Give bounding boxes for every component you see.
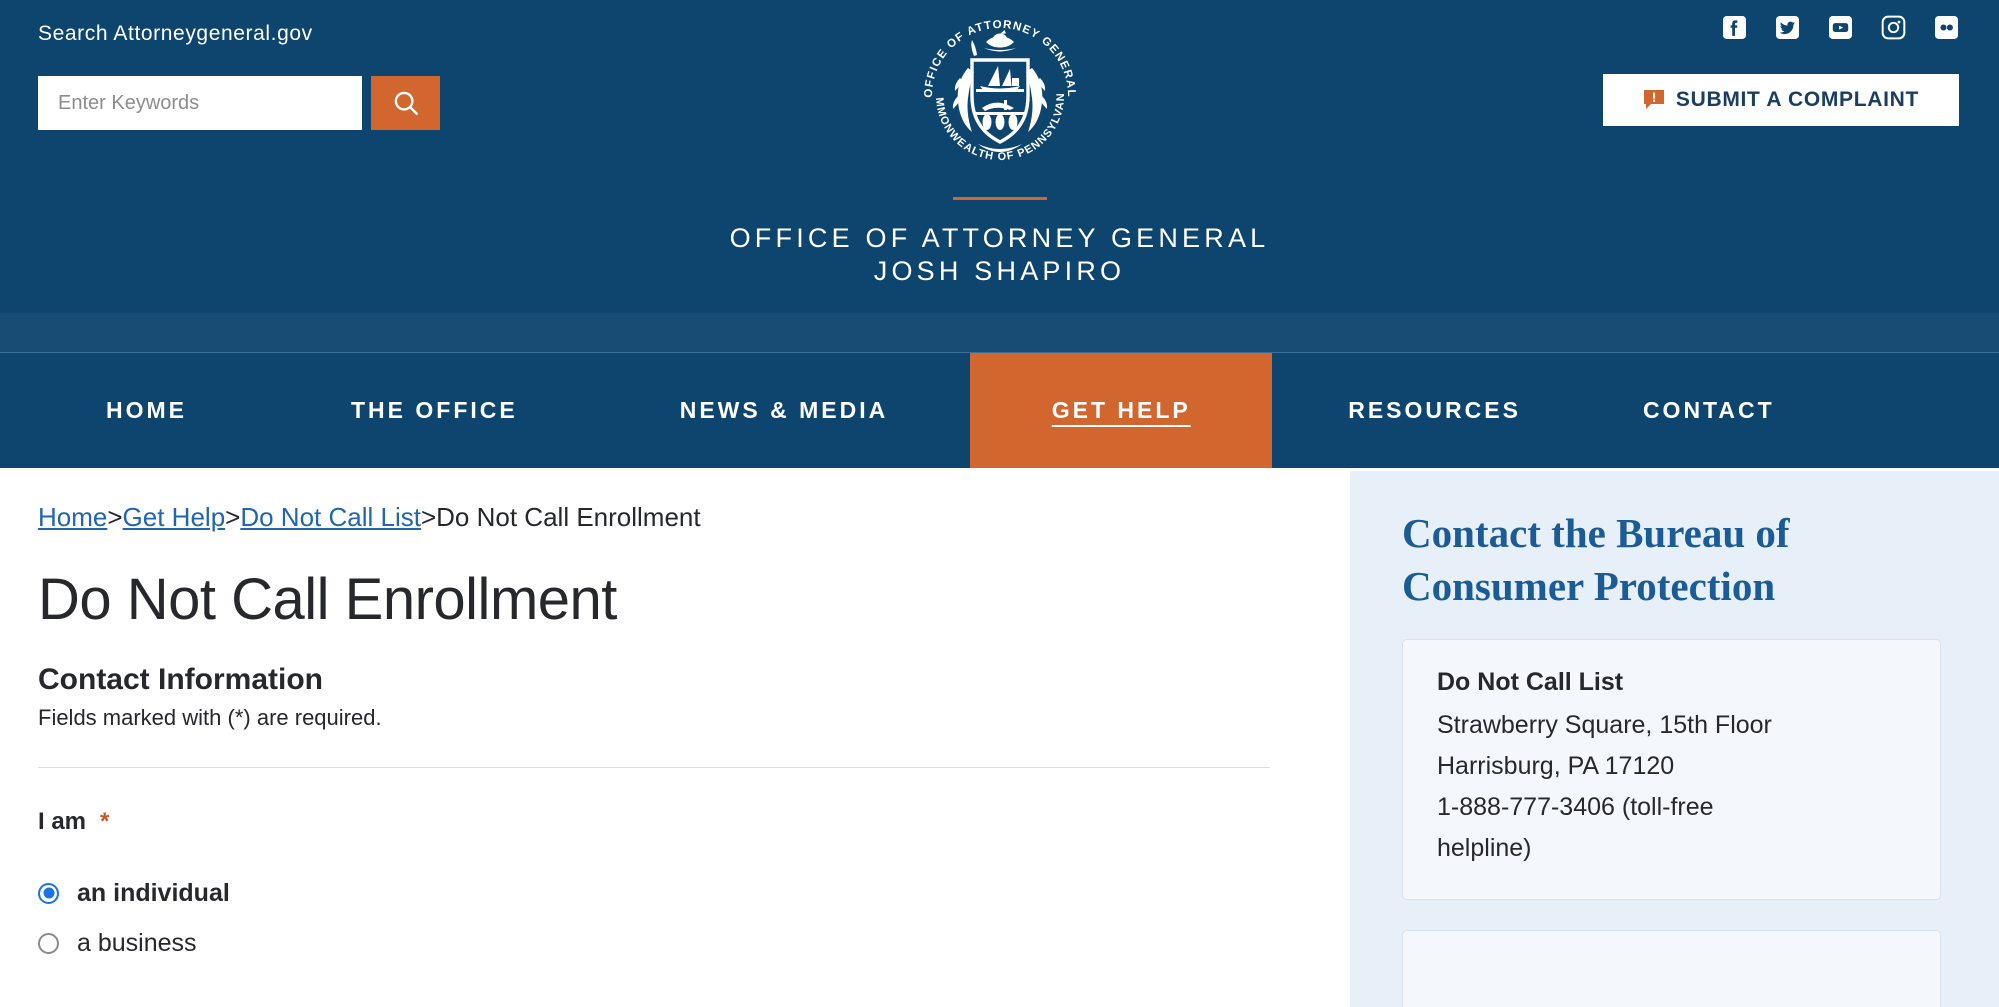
breadcrumb-separator: > xyxy=(107,502,123,532)
search-button[interactable] xyxy=(371,76,440,130)
i-am-field-label: I am * xyxy=(38,808,1310,836)
radio-label-a-business: a business xyxy=(77,928,197,957)
breadcrumb-item-get-help[interactable]: Get Help xyxy=(123,502,226,532)
nav-item-news-media[interactable]: NEWS & MEDIA xyxy=(634,353,935,468)
alert-speech-bubble-icon xyxy=(1643,89,1665,111)
sidebar: Contact the Bureau of Consumer Protectio… xyxy=(1350,471,1999,1007)
nav-item-the-office-label: THE OFFICE xyxy=(351,397,518,423)
radio-button-an-individual[interactable] xyxy=(38,882,59,904)
section-divider xyxy=(38,767,1270,768)
flickr-icon[interactable] xyxy=(1933,14,1959,40)
secondary-info-card xyxy=(1402,930,1941,1007)
contact-card-address-line-2: Harrisburg, PA 17120 xyxy=(1437,752,1675,780)
radio-option-a-business[interactable]: a business xyxy=(38,918,1310,968)
breadcrumb-item-home[interactable]: Home xyxy=(38,502,107,532)
nav-item-home-label: HOME xyxy=(106,397,187,423)
nav-item-get-help-label: GET HELP xyxy=(1051,397,1191,423)
instagram-icon[interactable] xyxy=(1880,14,1906,40)
breadcrumb: Home>Get Help>Do Not Call List>Do Not Ca… xyxy=(38,501,1310,533)
nav-item-get-help[interactable]: GET HELP xyxy=(970,353,1273,468)
org-title-line-1: OFFICE OF ATTORNEY GENERAL xyxy=(729,223,1270,253)
submit-complaint-button[interactable]: SUBMIT A COMPLAINT xyxy=(1603,74,1959,126)
search-label: Search Attorneygeneral.gov xyxy=(38,22,313,45)
breadcrumb-separator: > xyxy=(420,502,437,532)
organization-title: OFFICE OF ATTORNEY GENERAL JOSH SHAPIRO xyxy=(400,222,1600,288)
nav-item-news-media-label: NEWS & MEDIA xyxy=(679,397,889,423)
section-title: Contact Information xyxy=(38,663,323,696)
contact-card-phone-line-1: 1-888-777-3406 (toll-free xyxy=(1437,793,1714,821)
org-title-line-2: JOSH SHAPIRO xyxy=(873,256,1126,286)
youtube-icon[interactable] xyxy=(1827,14,1853,40)
i-am-label-text: I am xyxy=(38,808,87,835)
main-content: Home>Get Help>Do Not Call List>Do Not Ca… xyxy=(0,471,1350,1007)
facebook-icon[interactable] xyxy=(1721,14,1747,40)
site-header: Search Attorneygeneral.gov OFFICE OF ATT… xyxy=(0,0,1999,313)
nav-item-resources[interactable]: RESOURCES xyxy=(1302,353,1567,468)
submit-complaint-label: SUBMIT A COMPLAINT xyxy=(1675,88,1920,111)
contact-info-card: Do Not Call List Strawberry Square, 15th… xyxy=(1402,639,1941,900)
breadcrumb-item-do-not-call-list[interactable]: Do Not Call List xyxy=(240,502,421,532)
page-title: Do Not Call Enrollment xyxy=(38,567,617,632)
attorney-general-seal-icon: OFFICE OF ATTORNEY GENERAL COMMONWEALTH … xyxy=(912,8,1088,184)
search-icon xyxy=(391,88,421,118)
header-sub-band xyxy=(0,313,1999,353)
twitter-icon[interactable] xyxy=(1774,14,1800,40)
social-links xyxy=(1721,14,1959,40)
search-input[interactable] xyxy=(38,76,362,130)
page-body: Home>Get Help>Do Not Call List>Do Not Ca… xyxy=(0,471,1999,1007)
contact-card-address-line-1: Strawberry Square, 15th Floor xyxy=(1437,711,1772,739)
nav-item-home[interactable]: HOME xyxy=(60,353,233,468)
i-am-radio-group: an individual a business xyxy=(38,868,1310,968)
radio-label-an-individual: an individual xyxy=(77,878,230,907)
contact-card-heading: Do Not Call List xyxy=(1437,668,1624,696)
search-form xyxy=(38,76,440,130)
nav-item-resources-label: RESOURCES xyxy=(1348,397,1521,423)
title-rule xyxy=(952,197,1047,200)
sidebar-title: Contact the Bureau of Consumer Protectio… xyxy=(1402,510,1790,609)
contact-card-phone-line-2: helpline) xyxy=(1437,834,1532,862)
required-fields-note: Fields marked with (*) are required. xyxy=(38,705,382,730)
breadcrumb-item-current: Do Not Call Enrollment xyxy=(436,502,701,532)
required-asterisk: * xyxy=(100,808,110,835)
nav-item-contact-label: CONTACT xyxy=(1642,397,1775,423)
radio-button-a-business[interactable] xyxy=(38,932,59,954)
nav-item-contact[interactable]: CONTACT xyxy=(1597,353,1821,468)
radio-option-an-individual[interactable]: an individual xyxy=(38,868,1310,918)
breadcrumb-separator: > xyxy=(225,502,241,532)
nav-item-the-office[interactable]: THE OFFICE xyxy=(305,353,564,468)
main-navigation: HOME THE OFFICE NEWS & MEDIA GET HELP RE… xyxy=(0,353,1999,471)
